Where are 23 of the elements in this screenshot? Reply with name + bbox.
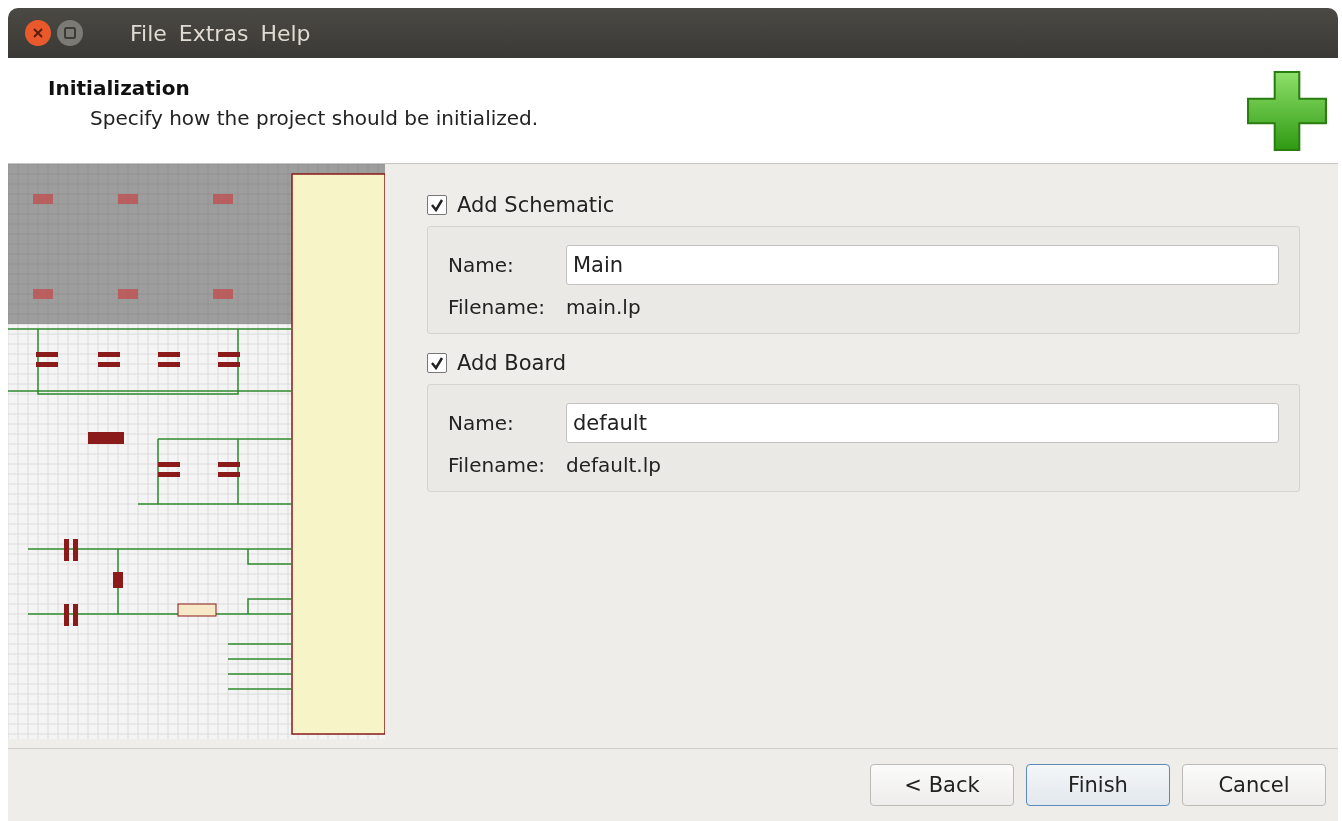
menu-item[interactable]: File bbox=[130, 20, 167, 46]
menu-item[interactable]: Help bbox=[260, 20, 311, 46]
field-label: Name: bbox=[448, 253, 515, 277]
filename-text: main.lp bbox=[566, 295, 642, 319]
field-label: Filename: bbox=[448, 453, 546, 477]
checkbox[interactable] bbox=[427, 195, 447, 215]
checkbox[interactable] bbox=[427, 353, 447, 373]
field-label: Filename: bbox=[448, 295, 546, 319]
plus-icon bbox=[1246, 70, 1328, 152]
page-title: Initialization bbox=[48, 76, 191, 100]
filename-text: default.lp bbox=[566, 453, 662, 477]
field-label: Name: bbox=[448, 411, 515, 435]
name-field[interactable]: Main bbox=[566, 245, 1279, 285]
close-icon[interactable] bbox=[24, 19, 52, 47]
checkbox-label[interactable]: Add Board bbox=[457, 351, 567, 375]
dialog-button[interactable]: Cancel bbox=[1182, 764, 1326, 806]
name-field[interactable]: default bbox=[566, 403, 1279, 443]
dialog-button[interactable]: < Back bbox=[870, 764, 1014, 806]
page-subtitle: Specify how the project should be initialized. bbox=[90, 106, 539, 130]
checkbox-label[interactable]: Add Schematic bbox=[457, 193, 615, 217]
menu-item[interactable]: Extras bbox=[178, 20, 249, 46]
dialog-button[interactable]: Finish bbox=[1026, 764, 1170, 806]
maximize-icon[interactable] bbox=[56, 19, 84, 47]
